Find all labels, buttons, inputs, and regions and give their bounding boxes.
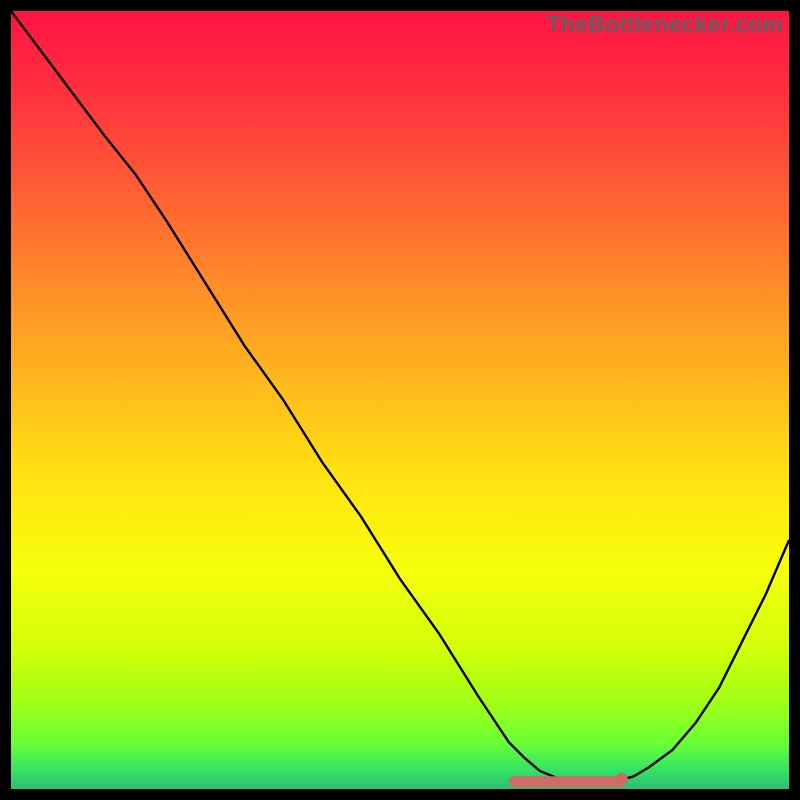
watermark-text: TheBottlenecker.com xyxy=(547,11,783,38)
chart-gradient-background xyxy=(11,11,789,789)
chart-frame: TheBottlenecker.com xyxy=(11,11,789,789)
